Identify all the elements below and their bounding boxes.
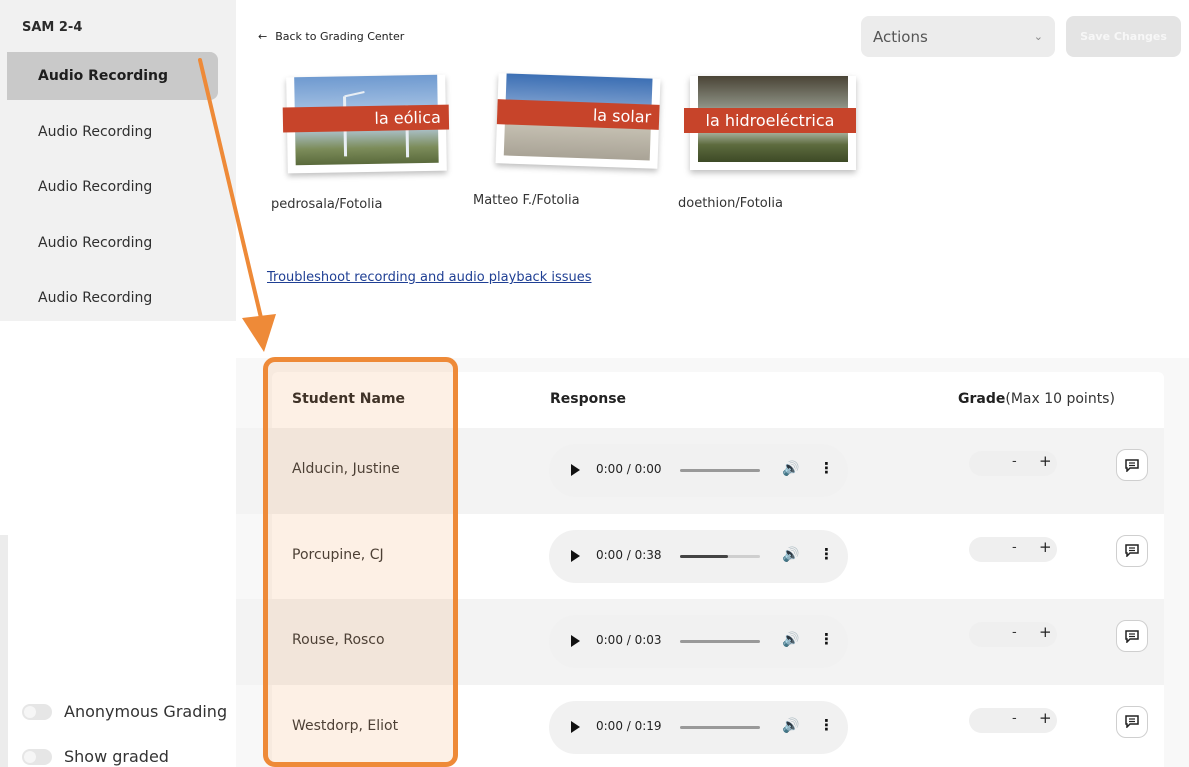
image-credit-2: Matteo F./Fotolia bbox=[473, 193, 580, 208]
comment-button[interactable] bbox=[1116, 620, 1148, 652]
back-to-grading-center-link[interactable]: ← Back to Grading Center bbox=[258, 30, 404, 43]
audio-progress-fill bbox=[680, 554, 728, 558]
troubleshoot-link[interactable]: Troubleshoot recording and audio playbac… bbox=[267, 270, 592, 285]
solar-energy-image: la solar bbox=[495, 73, 661, 169]
chevron-down-icon: ⌄ bbox=[1033, 30, 1043, 43]
volume-icon[interactable]: 🔊 bbox=[782, 547, 799, 563]
grade-increment-button[interactable]: + bbox=[1039, 452, 1052, 470]
more-options-icon[interactable]: ⋮ bbox=[819, 630, 834, 648]
wind-energy-banner: la eólica bbox=[282, 104, 450, 133]
actions-label: Actions bbox=[873, 27, 928, 46]
grade-increment-button[interactable]: + bbox=[1039, 538, 1052, 556]
more-options-icon[interactable]: ⋮ bbox=[819, 716, 834, 734]
volume-icon[interactable]: 🔊 bbox=[782, 461, 799, 477]
question-list: Audio Recording Audio Recording Audio Re… bbox=[7, 52, 236, 326]
anonymous-grading-toggle[interactable] bbox=[22, 703, 52, 720]
back-arrow-icon: ← bbox=[258, 30, 268, 43]
grade-decrement-button[interactable]: - bbox=[1012, 625, 1017, 640]
audio-progress-track[interactable] bbox=[680, 554, 760, 558]
grade-stepper[interactable]: - + bbox=[969, 622, 1057, 647]
wind-energy-image: la eólica bbox=[282, 74, 450, 174]
sidebar: SAM 2-4 Audio Recording Audio Recording … bbox=[0, 0, 236, 767]
audio-progress-track[interactable] bbox=[680, 725, 760, 729]
audio-time: 0:00 / 0:03 bbox=[596, 633, 662, 647]
grade-increment-button[interactable]: + bbox=[1039, 623, 1052, 641]
sidebar-item-audio-recording-3[interactable]: Audio Recording bbox=[7, 160, 236, 216]
col-grade-note: (Max 10 points) bbox=[1005, 391, 1115, 407]
sidebar-divider bbox=[0, 535, 8, 767]
assignment-title: SAM 2-4 bbox=[22, 20, 83, 35]
image-credit-3: doethion/Fotolia bbox=[678, 196, 783, 211]
grade-decrement-button[interactable]: - bbox=[1012, 540, 1017, 555]
play-icon[interactable] bbox=[571, 549, 580, 562]
grade-stepper[interactable]: - + bbox=[969, 451, 1057, 476]
audio-progress-track[interactable] bbox=[680, 469, 760, 472]
volume-icon[interactable]: 🔊 bbox=[782, 718, 799, 734]
audio-player: 0:00 / 0:38 🔊 ⋮ bbox=[549, 529, 848, 583]
col-grade: Grade(Max 10 points) bbox=[958, 391, 1115, 407]
col-grade-label: Grade bbox=[958, 391, 1006, 407]
play-icon[interactable] bbox=[571, 635, 580, 647]
comment-icon bbox=[1125, 458, 1139, 472]
comment-icon bbox=[1125, 544, 1139, 557]
audio-player: 0:00 / 0:19 🔊 ⋮ bbox=[549, 700, 848, 754]
actions-dropdown[interactable]: Actions ⌄ bbox=[861, 16, 1055, 57]
save-changes-button[interactable]: Save Changes bbox=[1066, 16, 1181, 57]
back-link-label: Back to Grading Center bbox=[275, 30, 405, 43]
sidebar-item-audio-recording-1[interactable]: Audio Recording bbox=[7, 52, 218, 100]
hydroelectric-energy-image: la hidroeléctrica bbox=[684, 76, 856, 170]
show-graded-toggle[interactable] bbox=[22, 748, 52, 765]
comment-icon bbox=[1125, 629, 1139, 643]
audio-time: 0:00 / 0:38 bbox=[596, 547, 662, 562]
anonymous-grading-row: Anonymous Grading bbox=[22, 702, 227, 721]
audio-progress-track[interactable] bbox=[680, 640, 760, 643]
image-credit-1: pedrosala/Fotolia bbox=[271, 197, 383, 212]
comment-icon bbox=[1125, 715, 1139, 728]
student-name-column-highlight bbox=[263, 357, 458, 767]
grade-decrement-button[interactable]: - bbox=[1012, 454, 1017, 469]
comment-button[interactable] bbox=[1116, 449, 1148, 481]
play-icon[interactable] bbox=[571, 720, 580, 733]
audio-time: 0:00 / 0:19 bbox=[596, 718, 662, 733]
more-options-icon[interactable]: ⋮ bbox=[819, 459, 834, 477]
sidebar-item-audio-recording-4[interactable]: Audio Recording bbox=[7, 215, 236, 271]
anonymous-grading-label: Anonymous Grading bbox=[64, 702, 228, 721]
sidebar-item-audio-recording-5[interactable]: Audio Recording bbox=[7, 271, 236, 327]
grade-stepper[interactable]: - + bbox=[969, 536, 1057, 562]
grade-stepper[interactable]: - + bbox=[969, 707, 1057, 733]
more-options-icon[interactable]: ⋮ bbox=[819, 545, 834, 563]
volume-icon[interactable]: 🔊 bbox=[782, 632, 799, 648]
audio-player: 0:00 / 0:03 🔊 ⋮ bbox=[549, 615, 848, 668]
sidebar-item-audio-recording-2[interactable]: Audio Recording bbox=[7, 104, 236, 160]
audio-player: 0:00 / 0:00 🔊 ⋮ bbox=[549, 444, 848, 497]
hydroelectric-energy-banner: la hidroeléctrica bbox=[684, 108, 856, 133]
comment-button[interactable] bbox=[1116, 705, 1148, 738]
play-icon[interactable] bbox=[571, 464, 580, 476]
comment-button[interactable] bbox=[1116, 534, 1148, 567]
grade-decrement-button[interactable]: - bbox=[1012, 711, 1017, 726]
col-response: Response bbox=[550, 391, 627, 407]
show-graded-label: Show graded bbox=[64, 747, 169, 766]
audio-time: 0:00 / 0:00 bbox=[596, 462, 662, 476]
grade-increment-button[interactable]: + bbox=[1039, 709, 1052, 727]
show-graded-row: Show graded bbox=[22, 747, 169, 766]
